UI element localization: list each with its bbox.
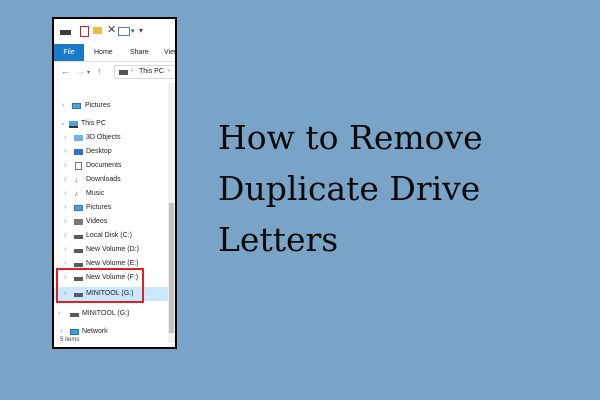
drive-icon: [74, 235, 83, 239]
back-arrow-icon[interactable]: ←: [61, 66, 70, 76]
drive-icon: [74, 263, 83, 267]
chevron-right-icon[interactable]: ›: [58, 307, 60, 321]
drive-icon: [60, 30, 71, 35]
tree-item-label: Desktop: [86, 148, 112, 155]
tree-item-label: MINITOOL (G:): [82, 310, 130, 317]
tree-item-label: Pictures: [86, 204, 112, 211]
cube-icon: [74, 135, 83, 141]
chevron-right-icon[interactable]: ›: [64, 201, 66, 215]
drive-icon: [74, 249, 83, 253]
drive-icon: [70, 313, 79, 317]
tree-item-new-volume-d[interactable]: › New Volume (D:): [54, 243, 172, 257]
rename-icon[interactable]: [118, 27, 130, 36]
download-icon: ↓: [74, 175, 78, 184]
delete-icon[interactable]: ✕: [107, 24, 116, 36]
chevron-right-icon[interactable]: ›: [64, 229, 66, 243]
chevron-down-icon[interactable]: ▾: [131, 27, 135, 35]
chevron-right-icon[interactable]: ›: [64, 243, 66, 257]
tree-item-label: This PC: [81, 120, 106, 127]
title-line-1: How to Remove: [218, 118, 483, 157]
status-bar-text: 5 items: [60, 337, 80, 343]
tree-item-label: Network: [82, 328, 108, 335]
tree-item-documents[interactable]: › Documents: [54, 159, 172, 173]
desktop-icon: [74, 149, 83, 155]
tree-item-label: Music: [86, 190, 105, 197]
tree-item-label: Pictures: [85, 102, 111, 109]
picture-icon: [74, 205, 83, 211]
music-icon: ♪: [74, 189, 78, 198]
title-line-2: Duplicate Drive: [218, 169, 481, 208]
title-line-3: Letters: [218, 220, 339, 259]
tree-item-label: Documents: [86, 162, 122, 169]
forward-arrow-icon[interactable]: →: [76, 66, 85, 76]
tree-item-pictures-quick[interactable]: › Pictures: [54, 99, 172, 113]
tree-item-label: Downloads: [86, 176, 121, 183]
chevron-right-icon[interactable]: ›: [64, 173, 66, 187]
chevron-down-icon[interactable]: ⌄: [60, 117, 66, 131]
navigation-bar: ← → ▾ ↑ › This PC ›: [54, 62, 175, 84]
chevron-right-icon[interactable]: ›: [64, 145, 66, 159]
tree-item-label: Videos: [86, 218, 108, 225]
ribbon-tabs: File Home Share View: [54, 44, 175, 62]
up-arrow-icon[interactable]: ↑: [97, 66, 102, 76]
tree-item-3d-objects[interactable]: › 3D Objects: [54, 131, 172, 145]
computer-icon: [69, 121, 78, 128]
tree-item-desktop[interactable]: › Desktop: [54, 145, 172, 159]
quick-access-toolbar: ✕ ▾ ▾: [54, 19, 175, 43]
tree-item-downloads[interactable]: › ↓ Downloads: [54, 173, 172, 187]
customize-toolbar-icon[interactable]: ▾: [139, 26, 143, 35]
page-title: How to Remove Duplicate Drive Letters: [218, 112, 578, 265]
chevron-right-icon[interactable]: ›: [64, 187, 66, 201]
tree-item-label: Local Disk (C:): [86, 232, 132, 239]
new-folder-icon[interactable]: [93, 27, 102, 34]
tree-item-label: 3D Objects: [86, 134, 121, 141]
document-icon: [75, 162, 82, 170]
tab-view[interactable]: View: [164, 44, 175, 61]
properties-icon[interactable]: [80, 26, 89, 37]
tree-item-minitool-g[interactable]: › MINITOOL (G:): [54, 307, 172, 321]
scrollbar-thumb[interactable]: [169, 203, 174, 333]
chevron-right-icon: ›: [131, 68, 133, 74]
computer-icon: [119, 70, 128, 75]
chevron-right-icon[interactable]: ›: [64, 215, 66, 229]
tree-item-music[interactable]: › ♪ Music: [54, 187, 172, 201]
address-bar[interactable]: › This PC ›: [114, 65, 175, 79]
network-icon: [70, 329, 79, 335]
tab-home[interactable]: Home: [94, 44, 113, 61]
scrollbar[interactable]: [168, 83, 175, 343]
tree-item-pictures[interactable]: › Pictures: [54, 201, 172, 215]
tree-item-label: New Volume (D:): [86, 246, 139, 253]
recent-locations-icon[interactable]: ▾: [87, 68, 90, 78]
tab-share[interactable]: Share: [130, 44, 149, 61]
tree-item-videos[interactable]: › Videos: [54, 215, 172, 229]
chevron-right-icon[interactable]: ›: [62, 99, 64, 113]
tree-item-local-disk-c[interactable]: › Local Disk (C:): [54, 229, 172, 243]
chevron-right-icon[interactable]: ›: [64, 131, 66, 145]
duplicate-drive-highlight: [56, 268, 144, 303]
address-path: This PC: [139, 68, 164, 75]
video-icon: [74, 219, 83, 225]
chevron-right-icon: ›: [168, 68, 170, 74]
chevron-right-icon[interactable]: ›: [64, 159, 66, 173]
picture-icon: [72, 103, 81, 109]
tab-file[interactable]: File: [54, 44, 84, 61]
tree-item-this-pc[interactable]: ⌄ This PC: [54, 117, 172, 131]
